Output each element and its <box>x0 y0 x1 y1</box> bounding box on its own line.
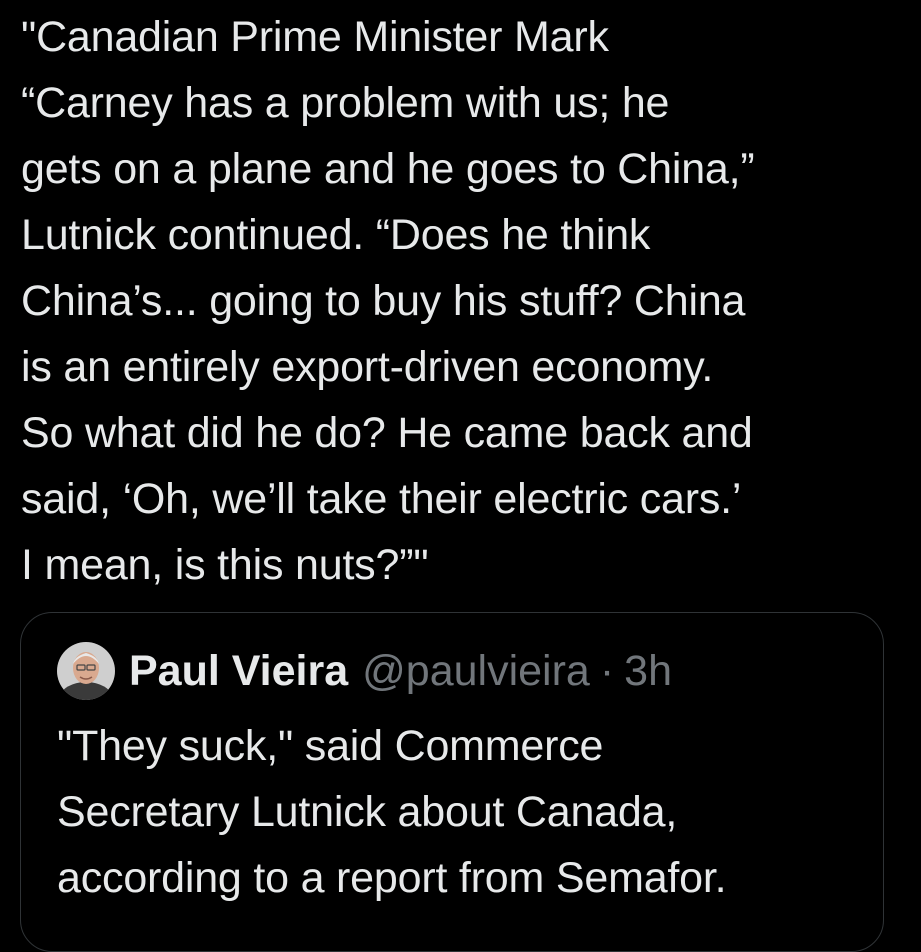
person-avatar-icon <box>57 642 115 700</box>
separator-dot: · <box>599 646 615 695</box>
quoted-timestamp[interactable]: 3h <box>624 647 672 696</box>
quoted-tweet-card[interactable]: Paul Vieira @paulvieira · 3h "They suck,… <box>20 612 884 952</box>
quoted-author-handle[interactable]: @paulvieira <box>362 647 590 696</box>
quoted-tweet-text: "They suck," said Commerce Secretary Lut… <box>57 722 727 902</box>
quoted-tweet-header: Paul Vieira @paulvieira · 3h <box>57 639 672 703</box>
avatar[interactable] <box>57 642 115 700</box>
tweet-text: "Canadian Prime Minister Mark “Carney ha… <box>21 13 755 589</box>
quoted-author-name[interactable]: Paul Vieira <box>129 647 348 696</box>
